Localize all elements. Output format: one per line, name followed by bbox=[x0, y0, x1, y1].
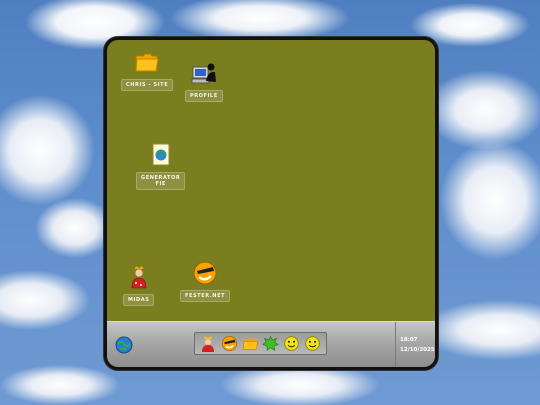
green-splat-icon[interactable] bbox=[262, 335, 280, 353]
desktop-icon-label: FESTER.NET bbox=[180, 290, 231, 302]
person-icon[interactable] bbox=[199, 335, 217, 353]
smiley-sunglasses-icon bbox=[192, 260, 218, 286]
globe-document-icon bbox=[148, 142, 174, 168]
folder-icon[interactable] bbox=[241, 335, 259, 353]
clock-date: 12/10/2025 bbox=[400, 347, 435, 353]
folder-icon bbox=[134, 49, 160, 75]
computer-user-icon bbox=[191, 60, 217, 86]
person-icon bbox=[126, 264, 152, 290]
system-clock[interactable]: 18:07 12/10/2025 bbox=[395, 322, 435, 367]
desktop-area: CHRIS - SITE PROFILE GENERATOR FIE MIDAS… bbox=[107, 40, 435, 320]
desktop-icon-label: CHRIS - SITE bbox=[121, 79, 174, 91]
smiley-icon[interactable] bbox=[304, 335, 322, 353]
desktop-icon-fester-net[interactable]: FESTER.NET bbox=[180, 260, 231, 302]
smiley-sunglasses-icon[interactable] bbox=[220, 335, 238, 353]
globe-start-icon[interactable] bbox=[114, 335, 134, 355]
taskbar: 18:07 12/10/2025 bbox=[107, 321, 435, 367]
desktop-icon-generator-fie[interactable]: GENERATOR FIE bbox=[136, 142, 186, 190]
quick-launch-bar bbox=[194, 332, 327, 355]
desktop-icon-midas[interactable]: MIDAS bbox=[123, 264, 155, 306]
desktop-icon-label: GENERATOR FIE bbox=[136, 172, 186, 190]
clock-time: 18:07 bbox=[400, 337, 418, 343]
desktop-icon-chris-site[interactable]: CHRIS - SITE bbox=[121, 49, 174, 91]
desktop-icon-label: PROFILE bbox=[185, 90, 223, 102]
smiley-icon[interactable] bbox=[283, 335, 301, 353]
desktop-icon-label: MIDAS bbox=[123, 294, 155, 306]
desktop-window: CHRIS - SITE PROFILE GENERATOR FIE MIDAS… bbox=[104, 37, 438, 370]
desktop-icon-profile[interactable]: PROFILE bbox=[185, 60, 223, 102]
